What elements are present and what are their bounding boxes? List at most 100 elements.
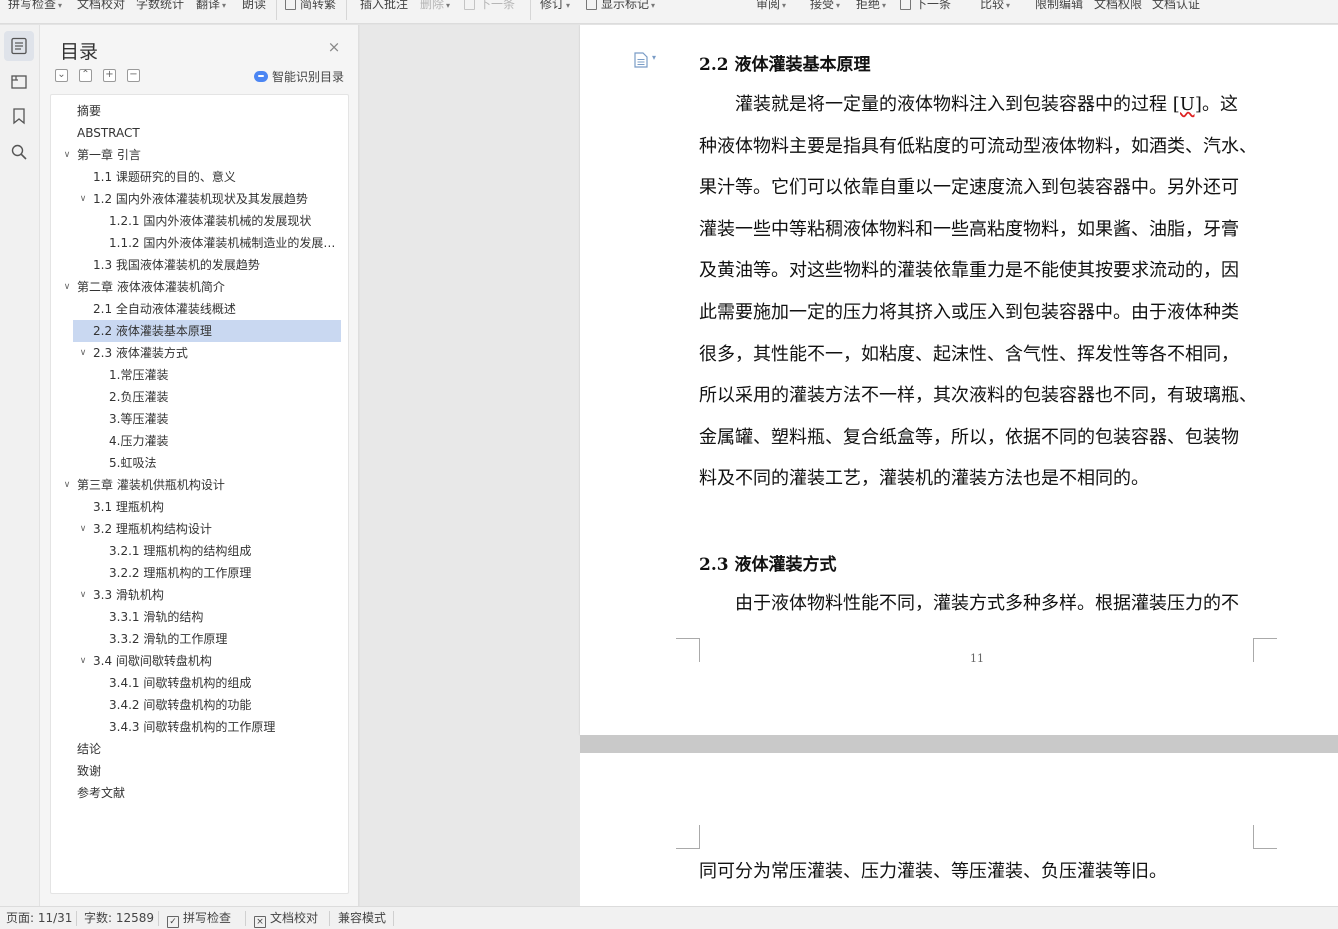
toc-item[interactable]: 1.1.2 国内外液体灌装机械制造业的发展趋势: [109, 232, 337, 254]
chevron-down-icon[interactable]: ∨: [77, 342, 89, 364]
toc-item[interactable]: 3.2.2 理瓶机构的工作原理: [109, 562, 337, 584]
chevron-down-icon[interactable]: ▾: [652, 53, 656, 62]
toolbar-button-label: 字数统计: [136, 0, 185, 11]
toc-item[interactable]: 1.2 国内外液体灌装机现状及其发展趋势: [93, 188, 337, 210]
toolbar-button[interactable]: 删除 ▾: [420, 0, 450, 14]
toolbar-button[interactable]: 简转繁: [285, 0, 336, 14]
toolbar-button-label: 文档校对: [77, 0, 126, 11]
toolbar-button-label: 插入批注: [360, 0, 409, 11]
toc-icon[interactable]: [4, 31, 34, 61]
toc-item[interactable]: 2.2 液体灌装基本原理: [93, 320, 337, 342]
toc-item[interactable]: 3.1 理瓶机构: [93, 496, 337, 518]
paragraph-line: 果汁等。它们可以依靠自重以一定速度流入到包装容器中。另外还可: [699, 173, 1239, 199]
proofread-toggle[interactable]: × 文档校对: [254, 907, 318, 929]
toc-item[interactable]: 3.2.1 理瓶机构的结构组成: [109, 540, 337, 562]
toolbar-button[interactable]: 审阅 ▾: [756, 0, 786, 14]
crop-mark: [676, 825, 700, 849]
toolbar-button-label: 修订: [540, 0, 565, 11]
toc-item[interactable]: 1.1 课题研究的目的、意义: [93, 166, 337, 188]
citation-reference[interactable]: [U]: [1173, 94, 1202, 115]
toc-item[interactable]: 参考文献: [77, 782, 337, 804]
paragraph-menu-icon[interactable]: [634, 52, 648, 68]
toolbar-button[interactable]: 插入批注: [360, 0, 408, 14]
toolbar-button[interactable]: 翻译 ▾: [196, 0, 226, 14]
toc-item[interactable]: 结论: [77, 738, 337, 760]
toc-item[interactable]: 3.4.2 间歇转盘机构的功能: [109, 694, 337, 716]
toc-item[interactable]: 摘要: [77, 100, 337, 122]
toc-item[interactable]: 3.3.2 滑轨的工作原理: [109, 628, 337, 650]
toc-item[interactable]: 1.3 我国液体灌装机的发展趋势: [93, 254, 337, 276]
expand-level-icon[interactable]: ⌃: [79, 69, 92, 82]
smart-toc-button[interactable]: 智能识别目录: [254, 69, 344, 85]
chevron-down-icon: ▾: [446, 1, 451, 10]
toc-item[interactable]: 3.2 理瓶机构结构设计: [93, 518, 337, 540]
toolbar-button[interactable]: 限制编辑: [1035, 0, 1083, 14]
toolbar-button[interactable]: 文档校对: [77, 0, 125, 14]
chevron-down-icon[interactable]: ∨: [77, 650, 89, 672]
chevron-down-icon[interactable]: ∨: [61, 144, 73, 166]
toc-item[interactable]: 3.3 滑轨机构: [93, 584, 337, 606]
toolbar-button[interactable]: 文档认证: [1152, 0, 1200, 14]
toolbar-button[interactable]: 下一条: [900, 0, 951, 14]
spell-check-toggle[interactable]: ✓ 拼写检查: [167, 907, 231, 929]
page-indicator[interactable]: 页面: 11/31: [6, 907, 72, 929]
chevron-down-icon[interactable]: ∨: [61, 474, 73, 496]
divider: [329, 911, 330, 926]
toc-item[interactable]: 第二章 液体液体灌装机简介: [77, 276, 337, 298]
checkbox-icon: ✓: [167, 916, 179, 928]
page[interactable]: 同可分为常压灌装、压力灌装、等压灌装、负压灌装等旧。: [580, 753, 1338, 906]
toolbar-button[interactable]: 字数统计: [136, 0, 184, 14]
divider: [276, 0, 277, 20]
navigation-icon[interactable]: [4, 67, 34, 97]
toc-item[interactable]: 3.4.3 间歇转盘机构的工作原理: [109, 716, 337, 738]
expand-all-icon[interactable]: +: [103, 69, 116, 82]
chevron-down-icon[interactable]: ∨: [77, 584, 89, 606]
bookmark-icon[interactable]: [4, 101, 34, 131]
toolbar-icon: [464, 0, 475, 10]
proofread-icon: ×: [254, 916, 266, 928]
toolbar-button-label: 下一条: [915, 0, 952, 11]
spell-check-label: 拼写检查: [183, 911, 232, 925]
collapse-level-icon[interactable]: ⌄: [55, 69, 68, 82]
chevron-down-icon[interactable]: ∨: [77, 518, 89, 540]
toolbar-button[interactable]: 修订 ▾: [540, 0, 570, 14]
chevron-down-icon[interactable]: ∨: [61, 276, 73, 298]
paragraph-line: 同可分为常压灌装、压力灌装、等压灌装、负压灌装等旧。: [699, 857, 1167, 883]
toc-item[interactable]: 2.3 液体灌装方式: [93, 342, 337, 364]
line-text: 。这: [1201, 94, 1238, 115]
toolbar-button-label: 比较: [980, 0, 1005, 11]
toc-item[interactable]: 4.压力灌装: [109, 430, 337, 452]
toc-item[interactable]: 第三章 灌装机供瓶机构设计: [77, 474, 337, 496]
toolbar-button[interactable]: 拒绝 ▾: [856, 0, 886, 14]
toc-item[interactable]: 2.负压灌装: [109, 386, 337, 408]
toolbar-button[interactable]: 文档权限: [1094, 0, 1142, 14]
toolbar-button[interactable]: 朗读: [242, 0, 266, 14]
toolbar-button[interactable]: 下一条: [464, 0, 515, 14]
toolbar-button-label: 文档认证: [1152, 0, 1201, 11]
page[interactable]: ▾ 2.2 液体灌装基本原理 灌装就是将一定量的液体物料注入到包装容器中的过程 …: [580, 25, 1338, 735]
toc-item[interactable]: 3.3.1 滑轨的结构: [109, 606, 337, 628]
close-icon[interactable]: ×: [327, 40, 341, 55]
collapse-all-icon[interactable]: −: [127, 69, 140, 82]
toc-item[interactable]: 第一章 引言: [77, 144, 337, 166]
toolbar-button[interactable]: 接受 ▾: [810, 0, 840, 14]
toc-item[interactable]: 3.等压灌装: [109, 408, 337, 430]
toc-item[interactable]: 2.1 全自动液体灌装线概述: [93, 298, 337, 320]
search-icon[interactable]: [4, 137, 34, 167]
toc-item[interactable]: 1.2.1 国内外液体灌装机械的发展现状: [109, 210, 337, 232]
word-count[interactable]: 字数: 12589: [84, 907, 154, 929]
chevron-down-icon[interactable]: ∨: [77, 188, 89, 210]
toc-item[interactable]: 3.4 间歇间歇转盘机构: [93, 650, 337, 672]
side-rail: [0, 25, 40, 906]
paragraph-line: 及黄油等。对这些物料的灌装依靠重力是不能使其按要求流动的，因: [699, 256, 1239, 282]
toc-item[interactable]: 5.虹吸法: [109, 452, 337, 474]
toc-item[interactable]: 1.常压灌装: [109, 364, 337, 386]
toc-item[interactable]: ABSTRACT: [77, 122, 337, 144]
toolbar-button[interactable]: 显示标记 ▾: [586, 0, 655, 14]
toolbar-button-label: 翻译: [196, 0, 221, 11]
toc-item[interactable]: 3.4.1 间歇转盘机构的组成: [109, 672, 337, 694]
toc-item[interactable]: 致谢: [77, 760, 337, 782]
document-area[interactable]: ▾ 2.2 液体灌装基本原理 灌装就是将一定量的液体物料注入到包装容器中的过程 …: [360, 25, 1338, 906]
toolbar-button[interactable]: 比较 ▾: [980, 0, 1010, 14]
toolbar-button[interactable]: 拼写检查 ▾: [8, 0, 62, 14]
